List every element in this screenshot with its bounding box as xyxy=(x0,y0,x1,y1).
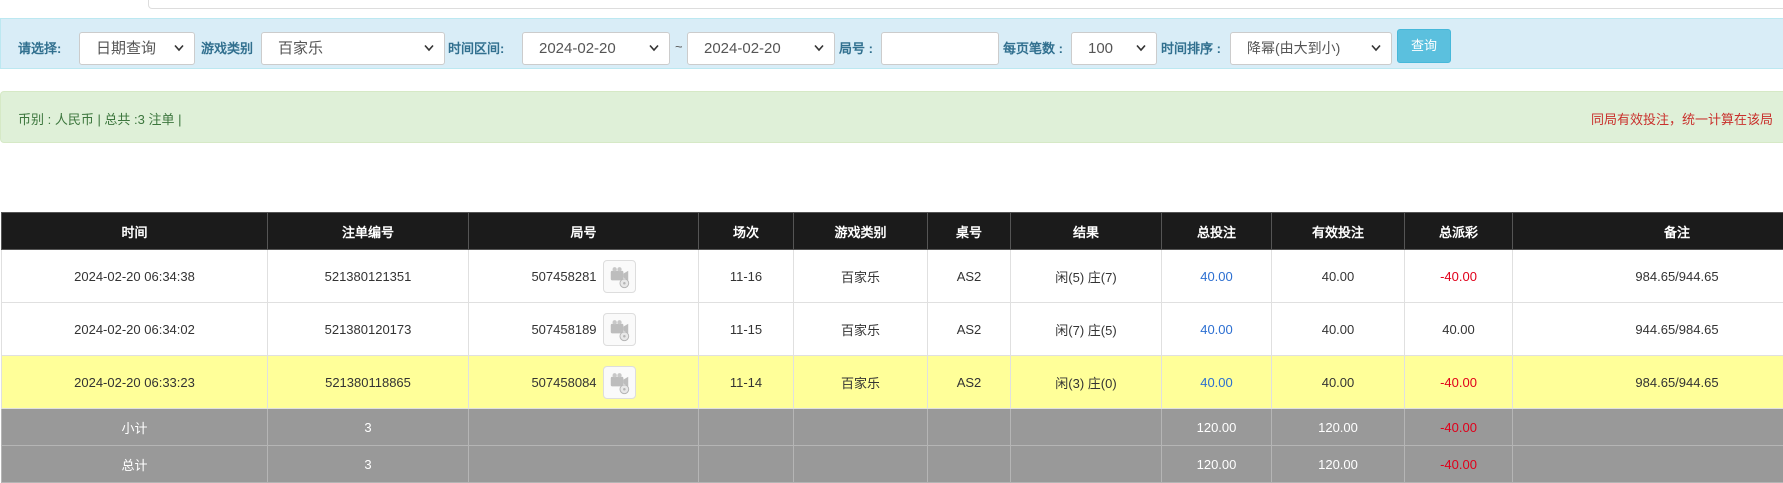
cell-round: 507458281 xyxy=(469,250,699,303)
cell-time: 2024-02-20 06:33:23 xyxy=(2,356,268,409)
notice-text: 同局有效投注，统一计算在该局 xyxy=(1591,109,1773,128)
total-valid-bet: 120.00 xyxy=(1272,446,1405,483)
top-panel-edge xyxy=(148,0,1783,9)
cell-valid-bet: 40.00 xyxy=(1272,250,1405,303)
cell-table-no: AS2 xyxy=(928,356,1011,409)
cell-total-bet[interactable]: 40.00 xyxy=(1162,303,1272,356)
table-row: 2024-02-20 06:34:38 521380121351 5074582… xyxy=(2,250,1783,303)
header-total-bet: 总投注 xyxy=(1162,213,1272,250)
cell-round: 507458189 xyxy=(469,303,699,356)
cell-game-type: 百家乐 xyxy=(794,250,928,303)
chevron-down-icon xyxy=(1371,44,1381,52)
header-bet-id: 注单编号 xyxy=(268,213,469,250)
subtotal-valid-bet: 120.00 xyxy=(1272,409,1405,446)
table-row: 2024-02-20 06:34:02 521380120173 5074581… xyxy=(2,303,1783,356)
game-type-value: 百家乐 xyxy=(278,40,323,57)
chevron-down-icon xyxy=(174,44,184,52)
summary-info-bar: 币别 : 人民币 | 总共 :3 注单 | 同局有效投注，统一计算在该局 xyxy=(0,91,1783,143)
header-time: 时间 xyxy=(2,213,268,250)
date-from-value: 2024-02-20 xyxy=(539,40,616,57)
query-type-value: 日期查询 xyxy=(96,40,156,57)
subtotal-count: 3 xyxy=(268,409,469,446)
video-replay-icon[interactable] xyxy=(603,366,636,399)
cell-bet-id: 521380120173 xyxy=(268,303,469,356)
date-to-select[interactable]: 2024-02-20 xyxy=(687,32,835,65)
cell-valid-bet: 40.00 xyxy=(1272,303,1405,356)
chevron-down-icon xyxy=(814,44,824,52)
summary-text: 币别 : 人民币 | 总共 :3 注单 | xyxy=(18,109,182,128)
cell-table-no: AS2 xyxy=(928,250,1011,303)
total-row: 总计 3 120.00 120.00 -40.00 xyxy=(2,446,1783,483)
date-range-separator: ~ xyxy=(675,39,683,54)
table-row: 2024-02-20 06:33:23 521380118865 5074580… xyxy=(2,356,1783,409)
page-size-value: 100 xyxy=(1088,40,1113,57)
header-round: 局号 xyxy=(469,213,699,250)
round-number: 507458281 xyxy=(531,269,596,284)
sort-select[interactable]: 降幂(由大到小) xyxy=(1230,32,1392,65)
header-shoe: 场次 xyxy=(699,213,794,250)
cell-time: 2024-02-20 06:34:02 xyxy=(2,303,268,356)
cell-remark: 984.65/944.65 xyxy=(1513,250,1783,303)
cell-shoe: 11-15 xyxy=(699,303,794,356)
cell-total-bet[interactable]: 40.00 xyxy=(1162,356,1272,409)
table-header-row: 时间 注单编号 局号 场次 游戏类别 桌号 结果 总投注 有效投注 总派彩 备注 xyxy=(2,213,1783,250)
subtotal-row: 小计 3 120.00 120.00 -40.00 xyxy=(2,409,1783,446)
page-size-select[interactable]: 100 xyxy=(1071,32,1157,65)
cell-shoe: 11-14 xyxy=(699,356,794,409)
cell-remark: 984.65/944.65 xyxy=(1513,356,1783,409)
cell-game-type: 百家乐 xyxy=(794,303,928,356)
cell-table-no: AS2 xyxy=(928,303,1011,356)
total-total-bet: 120.00 xyxy=(1162,446,1272,483)
total-label: 总计 xyxy=(2,446,268,483)
game-type-select[interactable]: 百家乐 xyxy=(261,32,445,65)
header-payout: 总派彩 xyxy=(1405,213,1513,250)
header-game-type: 游戏类别 xyxy=(794,213,928,250)
cell-valid-bet: 40.00 xyxy=(1272,356,1405,409)
cell-result: 闲(7) 庄(5) xyxy=(1011,303,1162,356)
round-input[interactable] xyxy=(881,32,999,65)
query-type-select[interactable]: 日期查询 xyxy=(79,32,195,65)
subtotal-total-bet: 120.00 xyxy=(1162,409,1272,446)
header-remark: 备注 xyxy=(1513,213,1783,250)
filter-bar: 请选择: 日期查询 游戏类别 百家乐 时间区间: 2024-02-20 ~ 20… xyxy=(0,18,1783,69)
round-label: 局号 : xyxy=(839,38,873,57)
subtotal-label: 小计 xyxy=(2,409,268,446)
subtotal-payout: -40.00 xyxy=(1405,409,1513,446)
chevron-down-icon xyxy=(649,44,659,52)
cell-remark: 944.65/984.65 xyxy=(1513,303,1783,356)
header-result: 结果 xyxy=(1011,213,1162,250)
sort-value: 降幂(由大到小) xyxy=(1247,40,1340,56)
cell-game-type: 百家乐 xyxy=(794,356,928,409)
cell-payout: -40.00 xyxy=(1405,356,1513,409)
total-count: 3 xyxy=(268,446,469,483)
query-button[interactable]: 查询 xyxy=(1397,29,1451,63)
cell-shoe: 11-16 xyxy=(699,250,794,303)
cell-payout: -40.00 xyxy=(1405,250,1513,303)
chevron-down-icon xyxy=(1136,44,1146,52)
cell-round: 507458084 xyxy=(469,356,699,409)
chevron-down-icon xyxy=(424,44,434,52)
header-valid-bet: 有效投注 xyxy=(1272,213,1405,250)
video-replay-icon[interactable] xyxy=(603,260,636,293)
bet-records-table: 时间 注单编号 局号 场次 游戏类别 桌号 结果 总投注 有效投注 总派彩 备注… xyxy=(1,212,1783,483)
total-payout: -40.00 xyxy=(1405,446,1513,483)
cell-bet-id: 521380121351 xyxy=(268,250,469,303)
cell-total-bet[interactable]: 40.00 xyxy=(1162,250,1272,303)
game-type-label: 游戏类别 xyxy=(201,38,253,57)
sort-label: 时间排序 : xyxy=(1161,38,1221,57)
page-size-label: 每页笔数 : xyxy=(1003,38,1063,57)
cell-bet-id: 521380118865 xyxy=(268,356,469,409)
cell-time: 2024-02-20 06:34:38 xyxy=(2,250,268,303)
round-number: 507458189 xyxy=(531,322,596,337)
cell-payout: 40.00 xyxy=(1405,303,1513,356)
date-to-value: 2024-02-20 xyxy=(704,40,781,57)
time-range-label: 时间区间: xyxy=(448,38,504,57)
cell-result: 闲(5) 庄(7) xyxy=(1011,250,1162,303)
select-label: 请选择: xyxy=(18,38,61,57)
cell-result: 闲(3) 庄(0) xyxy=(1011,356,1162,409)
header-table-no: 桌号 xyxy=(928,213,1011,250)
round-number: 507458084 xyxy=(531,375,596,390)
date-from-select[interactable]: 2024-02-20 xyxy=(522,32,670,65)
video-replay-icon[interactable] xyxy=(603,313,636,346)
